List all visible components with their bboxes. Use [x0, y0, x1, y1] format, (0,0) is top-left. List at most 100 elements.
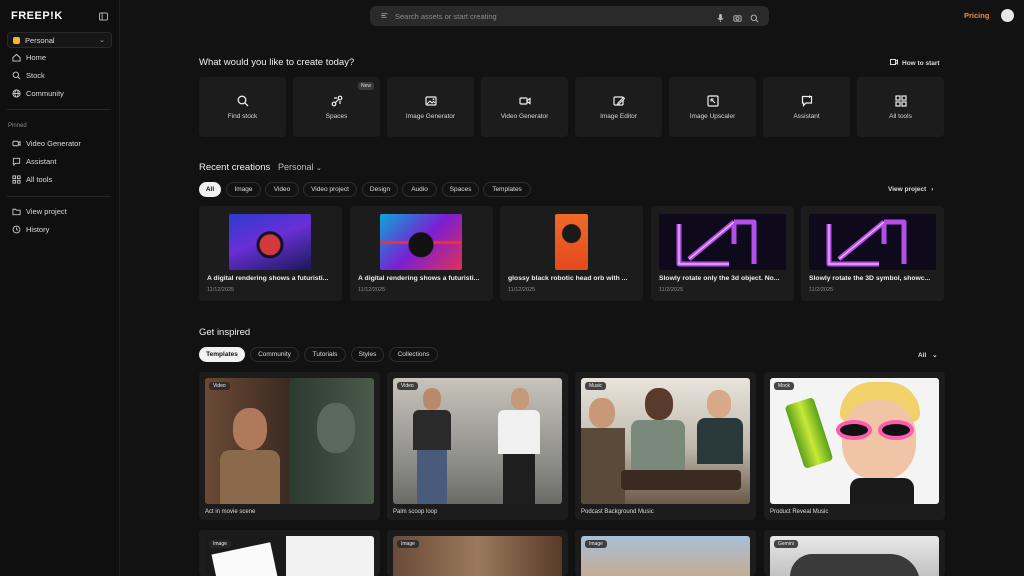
search-bar[interactable]: Search assets or start creating	[370, 6, 769, 26]
template-card[interactable]: Video Act in movie scene	[199, 372, 380, 520]
tab-spaces[interactable]: Spaces	[442, 182, 479, 197]
sunglasses-lens	[878, 420, 914, 440]
chat-icon	[11, 156, 21, 166]
get-inspired-title: Get inspired	[199, 327, 251, 338]
avatar[interactable]	[1001, 9, 1014, 22]
tab-design[interactable]: Design	[362, 182, 398, 197]
face-shape	[511, 388, 529, 410]
tool-find-stock[interactable]: Find stock	[199, 77, 286, 137]
creation-card[interactable]: Slowly rotate the 3D symbol, showc... 11…	[801, 206, 944, 301]
sidebar-item-label: Community	[26, 88, 64, 98]
creation-caption: Slowly rotate only the 3d object. No...	[659, 275, 780, 282]
template-image	[770, 378, 939, 504]
template-image	[581, 378, 750, 504]
sidebar-item-all-tools[interactable]: All tools	[11, 173, 52, 185]
tab-video[interactable]: Video	[265, 182, 299, 197]
template-tag: Video	[209, 382, 230, 390]
tab-tutorials[interactable]: Tutorials	[304, 347, 346, 362]
tool-all-tools[interactable]: All tools	[857, 77, 944, 137]
legs-shape	[417, 450, 447, 504]
tool-image-editor[interactable]: Image Editor	[575, 77, 662, 137]
search-input[interactable]: Search assets or start creating	[395, 12, 497, 21]
template-card[interactable]: Music Podcast Background Music	[575, 372, 756, 520]
folder-icon	[11, 206, 21, 216]
tool-assistant[interactable]: Assistant	[763, 77, 850, 137]
sidebar-item-history[interactable]: History	[11, 223, 49, 235]
stock-icon	[11, 70, 21, 80]
tool-label: All tools	[889, 113, 912, 120]
legs-shape	[503, 454, 535, 504]
home-icon	[11, 52, 21, 62]
tool-video-generator[interactable]: Video Generator	[481, 77, 568, 137]
template-image	[205, 378, 374, 504]
search-submit-icon[interactable]	[750, 10, 759, 28]
freepik-logo[interactable]: FREEP!K	[11, 10, 63, 22]
tool-image-upscaler[interactable]: Image Upscaler	[669, 77, 756, 137]
template-card[interactable]: Image	[199, 530, 380, 576]
sidebar-item-video-generator[interactable]: Video Generator	[11, 137, 81, 149]
creation-date: 11/12/2025	[207, 287, 235, 293]
microphone-icon[interactable]	[716, 10, 725, 28]
sidebar-collapse-icon[interactable]	[97, 10, 109, 22]
video-icon	[890, 59, 898, 67]
new-badge: New	[357, 82, 374, 90]
chevron-right-icon: ›	[931, 186, 934, 193]
template-card[interactable]: Image	[575, 530, 756, 576]
template-card[interactable]: Mock Product Reveal Music	[764, 372, 945, 520]
grid-icon	[11, 174, 21, 184]
template-caption: Palm scoop loop	[393, 509, 438, 515]
recent-filter-label: Personal	[278, 162, 314, 172]
creation-card[interactable]: A digital rendering shows a futuristi...…	[199, 206, 342, 301]
workspace-label: Personal	[25, 35, 55, 45]
tab-collections[interactable]: Collections	[389, 347, 438, 362]
workspace-selector[interactable]: Personal ⌄	[7, 32, 112, 48]
chat-icon	[800, 94, 814, 108]
tab-templates[interactable]: Templates	[483, 182, 531, 197]
creation-date: 11/12/2025	[508, 287, 536, 293]
template-card[interactable]: Image	[387, 530, 568, 576]
pinned-heading: Pinned	[8, 123, 27, 129]
image-search-icon[interactable]	[733, 10, 742, 28]
template-caption: Act in movie scene	[205, 509, 256, 515]
body-shape	[631, 420, 685, 470]
sidebar-item-view-project[interactable]: View project	[11, 205, 67, 217]
table-shape	[621, 470, 741, 490]
face-shape	[707, 390, 731, 418]
recent-filter-dropdown[interactable]: Personal ⌄	[278, 162, 322, 172]
tool-image-generator[interactable]: Image Generator	[387, 77, 474, 137]
pricing-link[interactable]: Pricing	[964, 11, 989, 20]
tab-templates[interactable]: Templates	[199, 347, 245, 362]
template-tag: Image	[209, 540, 231, 548]
sidebar-item-community[interactable]: Community	[11, 87, 64, 99]
sidebar-item-home[interactable]: Home	[11, 51, 46, 63]
sidebar-item-stock[interactable]: Stock	[11, 69, 45, 81]
video-icon	[518, 94, 532, 108]
neon-arrow-image	[676, 219, 757, 267]
tab-video-project[interactable]: Video project	[303, 182, 357, 197]
template-card[interactable]: Gemini	[764, 530, 945, 576]
inspired-filter-dropdown[interactable]: All ⌄	[918, 351, 938, 359]
tab-styles[interactable]: Styles	[351, 347, 384, 362]
template-caption: Podcast Background Music	[581, 509, 654, 515]
body-shape	[220, 450, 280, 504]
tab-all[interactable]: All	[199, 182, 221, 197]
can-shape	[784, 396, 834, 470]
creation-card[interactable]: glossy black robotic head orb with ... 1…	[500, 206, 643, 301]
sidebar-item-label: History	[26, 224, 50, 234]
sidebar-item-assistant[interactable]: Assistant	[11, 155, 56, 167]
how-to-start-button[interactable]: How to start	[890, 59, 940, 67]
tool-label: Image Generator	[405, 113, 456, 120]
tab-audio[interactable]: Audio	[402, 182, 437, 197]
creation-card[interactable]: A digital rendering shows a futuristi...…	[350, 206, 493, 301]
template-card[interactable]: Video Palm scoop loop	[387, 372, 568, 520]
creation-date: 11/2/2025	[659, 287, 684, 293]
tool-spaces[interactable]: New Spaces	[293, 77, 380, 137]
neon-arrow-image	[826, 219, 907, 267]
create-title: What would you like to create today?	[199, 57, 355, 68]
tab-image[interactable]: Image	[226, 182, 261, 197]
view-project-link[interactable]: View project ›	[888, 186, 933, 193]
chevron-down-icon: ⌄	[932, 352, 938, 359]
spaces-icon	[330, 94, 344, 108]
tab-community[interactable]: Community	[250, 347, 299, 362]
creation-card[interactable]: Slowly rotate only the 3d object. No... …	[651, 206, 794, 301]
